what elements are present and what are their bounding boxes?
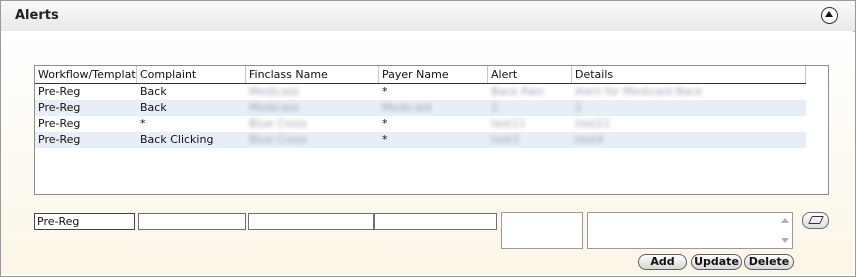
cell-details: test4 bbox=[575, 133, 604, 146]
payer-input[interactable] bbox=[374, 213, 497, 230]
alerts-grid: Workflow/Template Complaint Finclass Nam… bbox=[34, 65, 829, 195]
cell-finclass: Blue Cross bbox=[249, 133, 307, 146]
scroll-up-icon[interactable] bbox=[781, 218, 789, 223]
cell-alert: test11 bbox=[491, 117, 527, 130]
table-row[interactable]: Pre-Reg * Blue Cross * test11 test22 bbox=[35, 116, 806, 132]
details-textarea[interactable] bbox=[587, 212, 793, 249]
table-row[interactable]: Pre-Reg Back Medicaid * Back Pain Alert … bbox=[35, 84, 806, 100]
cell-payer: * bbox=[382, 117, 388, 130]
chevron-up-icon[interactable] bbox=[821, 7, 838, 24]
column-header-complaint[interactable]: Complaint bbox=[137, 66, 246, 83]
table-row[interactable]: Pre-Reg Back Clicking Blue Cross * test3… bbox=[35, 132, 806, 148]
complaint-input[interactable] bbox=[138, 213, 246, 230]
alert-textarea[interactable] bbox=[501, 212, 583, 249]
cell-alert: test3 bbox=[491, 133, 520, 146]
update-button[interactable]: Update bbox=[691, 254, 742, 270]
column-header-payer[interactable]: Payer Name bbox=[379, 66, 488, 83]
cell-details: test22 bbox=[575, 117, 611, 130]
table-row[interactable]: Pre-Reg Back Medicaid Medicaid 2 2 bbox=[35, 100, 806, 116]
eraser-icon[interactable] bbox=[802, 212, 829, 229]
cell-alert: Back Pain bbox=[491, 85, 545, 98]
scroll-down-icon[interactable] bbox=[781, 238, 789, 243]
cell-workflow: Pre-Reg bbox=[38, 133, 81, 146]
grid-header: Workflow/Template Complaint Finclass Nam… bbox=[35, 66, 806, 84]
cell-finclass: Blue Cross bbox=[249, 117, 307, 130]
cell-payer: * bbox=[382, 133, 388, 146]
cell-complaint: Back bbox=[140, 85, 167, 98]
cell-workflow: Pre-Reg bbox=[38, 85, 81, 98]
column-header-details[interactable]: Details bbox=[572, 66, 806, 83]
cell-finclass: Medicaid bbox=[249, 85, 299, 98]
workflow-input[interactable] bbox=[34, 213, 135, 230]
column-header-finclass[interactable]: Finclass Name bbox=[246, 66, 379, 83]
add-button[interactable]: Add bbox=[638, 254, 687, 270]
cell-complaint: Back Clicking bbox=[140, 133, 214, 146]
panel-title: Alerts bbox=[15, 8, 59, 23]
cell-complaint: Back bbox=[140, 101, 167, 114]
cell-payer: Medicaid bbox=[382, 101, 432, 114]
cell-payer: * bbox=[382, 85, 388, 98]
cell-workflow: Pre-Reg bbox=[38, 101, 81, 114]
cell-complaint: * bbox=[140, 117, 146, 130]
finclass-input[interactable] bbox=[248, 213, 374, 230]
cell-details: Alert for Medicaid Back bbox=[575, 85, 703, 98]
panel-header: Alerts bbox=[1, 1, 855, 32]
cell-alert: 2 bbox=[491, 101, 498, 114]
cell-workflow: Pre-Reg bbox=[38, 117, 81, 130]
delete-button[interactable]: Delete bbox=[744, 254, 794, 270]
column-header-workflow[interactable]: Workflow/Template bbox=[35, 66, 137, 83]
column-header-alert[interactable]: Alert bbox=[488, 66, 572, 83]
cell-details: 2 bbox=[575, 101, 582, 114]
cell-finclass: Medicaid bbox=[249, 101, 299, 114]
